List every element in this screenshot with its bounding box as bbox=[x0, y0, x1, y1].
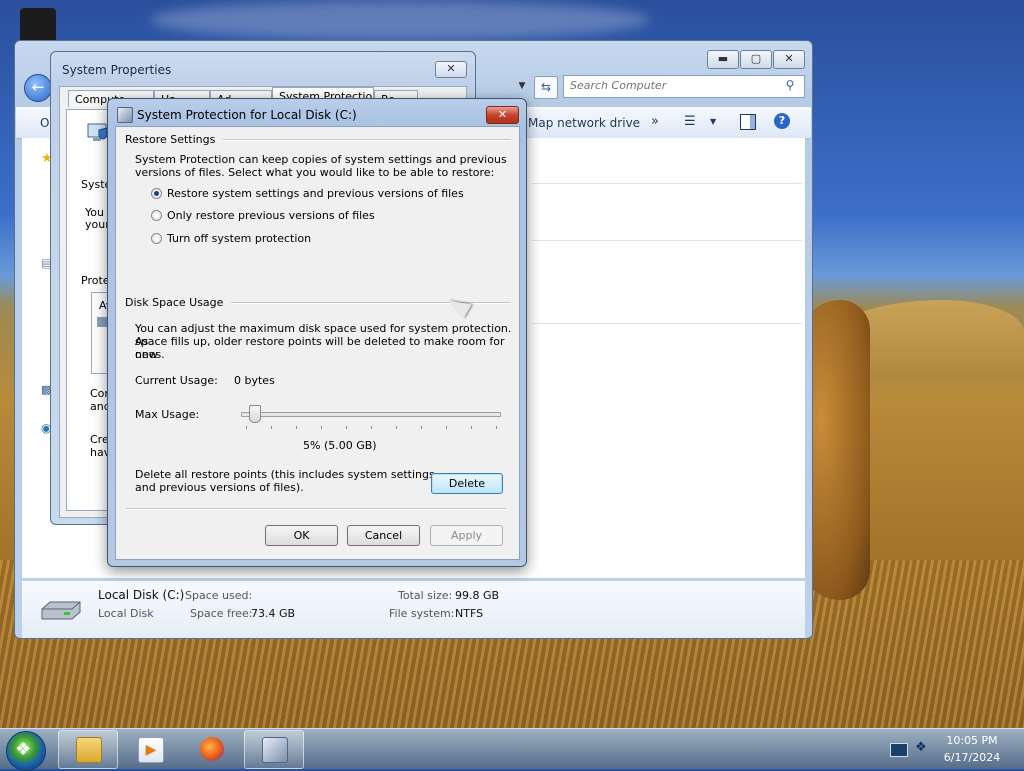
space-free-value: 73.4 GB bbox=[251, 607, 296, 620]
divider bbox=[532, 323, 802, 324]
taskbar-media-player[interactable]: ▶ bbox=[120, 730, 180, 769]
slider-tick bbox=[421, 426, 422, 429]
search-input[interactable] bbox=[564, 76, 780, 95]
section-divider bbox=[211, 139, 511, 141]
slider-tick bbox=[396, 426, 397, 429]
max-usage-label: Max Usage: bbox=[135, 408, 200, 421]
ok-button[interactable]: OK bbox=[265, 525, 338, 546]
maximize-button[interactable]: ▢ bbox=[740, 50, 772, 69]
slider-tick bbox=[271, 426, 272, 429]
mouse-cursor-icon bbox=[444, 293, 472, 319]
max-usage-slider-thumb[interactable] bbox=[249, 405, 261, 423]
radio-restore-files-only[interactable] bbox=[151, 210, 162, 221]
system-properties-close-button[interactable]: ✕ bbox=[435, 61, 467, 78]
drive-icon bbox=[97, 317, 107, 327]
divider bbox=[532, 183, 802, 184]
disk-space-usage-heading: Disk Space Usage bbox=[125, 296, 232, 309]
taskbar-firefox[interactable] bbox=[182, 730, 242, 769]
slider-tick bbox=[471, 426, 472, 429]
close-button[interactable]: ✕ bbox=[773, 50, 805, 69]
restore-settings-heading: Restore Settings bbox=[125, 133, 224, 146]
network-tray-icon[interactable]: ❖ bbox=[915, 740, 927, 755]
system-properties-title: System Properties bbox=[62, 63, 172, 77]
slider-tick bbox=[246, 426, 247, 429]
dialog-title: System Protection for Local Disk (C:) bbox=[137, 108, 357, 122]
slider-tick bbox=[321, 426, 322, 429]
folder-icon bbox=[76, 737, 102, 763]
slider-tick bbox=[446, 426, 447, 429]
max-usage-value: 5% (5.00 GB) bbox=[303, 439, 377, 452]
delete-description-line2: and previous versions of files). bbox=[135, 481, 304, 494]
slider-tick bbox=[296, 426, 297, 429]
dialog-close-button[interactable]: ✕ bbox=[486, 106, 519, 124]
space-used-label: Space used: bbox=[185, 589, 253, 602]
sky-cloud bbox=[150, 0, 650, 40]
back-arrow-icon[interactable]: ← bbox=[24, 74, 52, 102]
address-dropdown-icon[interactable]: ▼ bbox=[515, 78, 529, 94]
option-restore-files-label[interactable]: Only restore previous versions of files bbox=[167, 209, 375, 222]
windows-logo-icon: ❖ bbox=[15, 739, 32, 760]
system-protection-dialog: System Protection for Local Disk (C:) ✕ … bbox=[107, 98, 527, 567]
clock-date[interactable]: 6/17/2024 bbox=[930, 751, 1014, 764]
bottom-divider bbox=[126, 508, 506, 510]
total-size-label: Total size: bbox=[398, 589, 453, 602]
total-size-value: 99.8 GB bbox=[455, 589, 500, 602]
disk-description-line3: ones. bbox=[135, 348, 165, 361]
disk-description-line2: space fills up, older restore points wil… bbox=[135, 335, 505, 361]
divider bbox=[532, 240, 802, 241]
clock-time[interactable]: 10:05 PM bbox=[930, 734, 1014, 747]
option-turn-off-label[interactable]: Turn off system protection bbox=[167, 232, 311, 245]
minimize-button[interactable]: ▬ bbox=[707, 50, 739, 69]
option-restore-all-label[interactable]: Restore system settings and previous ver… bbox=[167, 187, 464, 200]
firefox-icon bbox=[200, 737, 224, 761]
radio-restore-all[interactable] bbox=[151, 188, 162, 199]
current-usage-value: 0 bytes bbox=[234, 374, 275, 387]
slider-tick bbox=[496, 426, 497, 429]
taskbar-system-properties[interactable] bbox=[244, 730, 304, 769]
apply-button: Apply bbox=[430, 525, 503, 546]
view-dropdown-icon[interactable]: ▼ bbox=[710, 117, 716, 126]
taskbar: ❖ ▶ ❖ 10:05 PM 6/17/2024 bbox=[0, 728, 1024, 771]
disk-type: Local Disk bbox=[98, 607, 154, 620]
file-system-label: File system: bbox=[389, 607, 455, 620]
delete-button[interactable]: Delete bbox=[431, 473, 503, 494]
change-view-icon[interactable]: ☰ bbox=[684, 114, 696, 129]
action-center-icon[interactable] bbox=[890, 743, 908, 757]
details-pane: Local Disk (C:) Local Disk Space used: S… bbox=[22, 580, 805, 638]
help-icon[interactable]: ? bbox=[774, 113, 790, 129]
disk-name: Local Disk (C:) bbox=[98, 588, 185, 602]
system-icon bbox=[262, 737, 288, 763]
delete-description-line1: Delete all restore points (this includes… bbox=[135, 468, 435, 481]
search-icon[interactable]: ⚲ bbox=[782, 78, 798, 94]
radio-turn-off[interactable] bbox=[151, 233, 162, 244]
hard-disk-icon bbox=[41, 601, 81, 620]
dialog-computer-icon bbox=[117, 107, 133, 123]
taskbar-explorer[interactable] bbox=[58, 730, 118, 769]
cancel-button[interactable]: Cancel bbox=[347, 525, 420, 546]
preview-pane-icon[interactable] bbox=[740, 114, 756, 130]
search-box[interactable]: ⚲ bbox=[563, 75, 805, 98]
media-player-icon: ▶ bbox=[138, 737, 164, 763]
start-button[interactable]: ❖ bbox=[6, 731, 46, 771]
restore-description-line2: versions of files. Select what you would… bbox=[135, 166, 495, 179]
restore-description-line1: System Protection can keep copies of sys… bbox=[135, 153, 507, 166]
slider-tick bbox=[371, 426, 372, 429]
file-system-value: NTFS bbox=[455, 607, 484, 620]
space-free-label: Space free: bbox=[190, 607, 253, 620]
slider-tick bbox=[346, 426, 347, 429]
refresh-icon[interactable]: ⇆ bbox=[534, 76, 558, 99]
dialog-body: Restore Settings System Protection can k… bbox=[115, 126, 520, 560]
map-network-drive-button[interactable]: Map network drive bbox=[528, 116, 640, 130]
max-usage-slider-track[interactable] bbox=[241, 412, 501, 417]
more-commands-button[interactable]: » bbox=[651, 114, 659, 129]
sp-fragment-protection: Prote bbox=[81, 274, 110, 287]
current-usage-label: Current Usage: bbox=[135, 374, 218, 387]
